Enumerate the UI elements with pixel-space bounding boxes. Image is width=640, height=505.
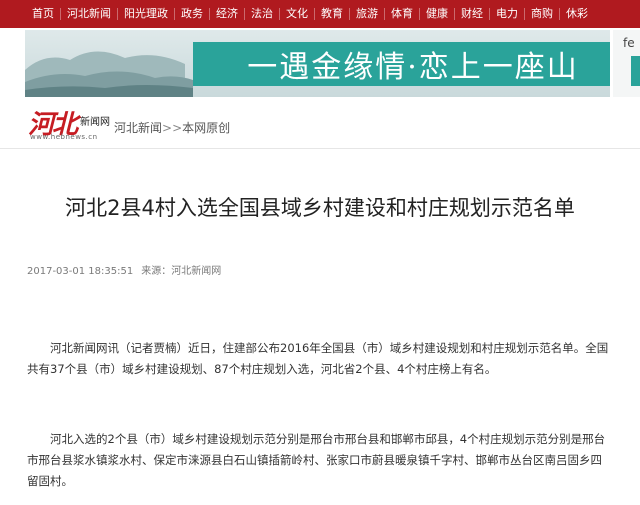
article-timestamp: 2017-03-01 18:35:51 — [27, 266, 134, 277]
article-source: 来源：河北新闻网 — [141, 266, 222, 277]
nav-item-economy[interactable]: 经济 — [209, 8, 244, 20]
article-paragraph: 河北新闻网讯（记者贾楠）近日，住建部公布2016年全国县（市）域乡村建设规划和村… — [27, 341, 609, 376]
nav-item-sports[interactable]: 体育 — [384, 8, 419, 20]
article-paragraph: 河北入选的2个县（市）域乡村建设规划示范分别是邢台市邢台县和邯郸市邱县，4个村庄… — [27, 432, 606, 488]
logo-subtext: 新闻网 — [80, 117, 110, 128]
article-meta: 2017-03-01 18:35:51 来源：河北新闻网 — [27, 262, 221, 277]
article-title: 河北2县4村入选全国县域乡村建设和村庄规划示范名单 — [65, 196, 575, 220]
site-header: 河北 新闻网 www.hebnews.cn 河北新闻>>本网原创 — [28, 105, 628, 145]
nav-item-culture[interactable]: 文化 — [279, 8, 314, 20]
nav-item-government[interactable]: 政务 — [174, 8, 209, 20]
top-navigation-bar: 首页 河北新闻 阳光理政 政务 经济 法治 文化 教育 旅游 体育 健康 财经 … — [0, 0, 640, 28]
nav-item-power[interactable]: 电力 — [489, 8, 524, 20]
banner-slogan-box: 一遇金缘情·恋上一座山 — [193, 42, 610, 86]
advertisement-banner[interactable]: 一遇金缘情·恋上一座山 — [25, 30, 610, 97]
side-advertisement[interactable]: fe — [613, 30, 640, 97]
breadcrumb-current[interactable]: 本网原创 — [182, 121, 230, 135]
banner-slogan: 一遇金缘情·恋上一座山 — [247, 50, 579, 85]
nav-item-shopping[interactable]: 商购 — [524, 8, 559, 20]
side-ad-label: fe — [623, 36, 635, 50]
nav-item-education[interactable]: 教育 — [314, 8, 349, 20]
nav-item-hebei-news[interactable]: 河北新闻 — [60, 8, 117, 20]
nav-item-finance[interactable]: 财经 — [454, 8, 489, 20]
breadcrumb-home[interactable]: 河北新闻 — [114, 121, 162, 135]
side-ad-block — [631, 56, 640, 86]
header-divider — [0, 148, 640, 149]
site-logo[interactable]: 河北 新闻网 www.hebnews.cn — [28, 107, 116, 143]
nav-item-lottery[interactable]: 休彩 — [559, 8, 594, 20]
nav-item-health[interactable]: 健康 — [419, 8, 454, 20]
logo-domain: www.hebnews.cn — [30, 133, 98, 141]
breadcrumb-separator: >> — [162, 121, 183, 135]
nav-item-law[interactable]: 法治 — [244, 8, 279, 20]
nav-item-home[interactable]: 首页 — [26, 8, 60, 20]
breadcrumb: 河北新闻>>本网原创 — [114, 119, 230, 136]
nav-item-sunshine-governance[interactable]: 阳光理政 — [117, 8, 174, 20]
nav-item-travel[interactable]: 旅游 — [349, 8, 384, 20]
